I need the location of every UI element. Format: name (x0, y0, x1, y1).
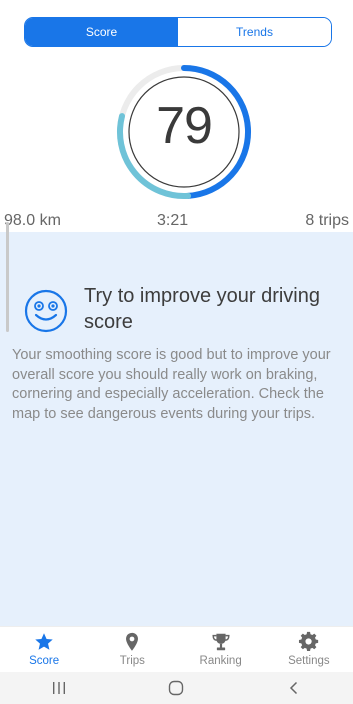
map-pin-icon (126, 632, 139, 651)
home-icon (169, 680, 184, 696)
nav-label-score: Score (29, 655, 60, 667)
scrollbar[interactable] (6, 222, 9, 332)
star-icon (35, 633, 53, 650)
trophy-icon (212, 633, 230, 651)
back-icon (290, 681, 298, 695)
advice-title: Try to improve your driving score (84, 285, 320, 333)
advice-body: Your smoothing score is good but to impr… (12, 347, 331, 422)
recent-apps-button[interactable] (39, 676, 79, 700)
tab-trends[interactable]: Trends (178, 18, 331, 46)
back-button[interactable] (274, 676, 314, 700)
recents-icon (52, 682, 65, 694)
tab-score[interactable]: Score (25, 18, 178, 46)
view-toggle: Score Trends (24, 17, 332, 47)
home-button[interactable] (156, 676, 196, 700)
smiley-icon (24, 289, 68, 333)
nav-trips[interactable]: Trips (88, 627, 176, 672)
gear-icon (298, 631, 319, 652)
nav-score[interactable]: Score (0, 627, 88, 672)
nav-settings[interactable]: Settings (265, 627, 353, 672)
nav-label-ranking: Ranking (199, 655, 242, 667)
nav-label-settings: Settings (288, 655, 330, 667)
bottom-nav: Score Trips Ranking Settings (0, 626, 353, 672)
system-nav-bar (0, 672, 353, 704)
score-value: 79 (156, 97, 213, 155)
nav-label-trips: Trips (119, 655, 145, 667)
nav-ranking[interactable]: Ranking (177, 627, 265, 672)
